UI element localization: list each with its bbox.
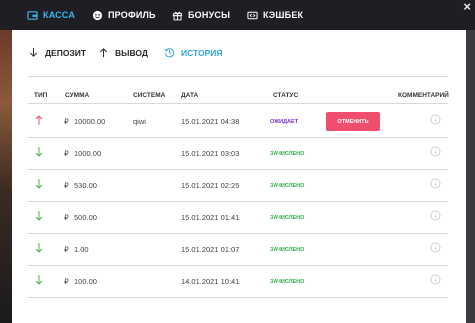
amount-value: 1000.00	[74, 149, 102, 158]
tab-label: КАССА	[43, 10, 76, 20]
gift-icon	[172, 11, 183, 20]
date-value: 15.01.2021 04:38	[181, 117, 240, 126]
wallet-icon	[27, 10, 38, 20]
info-icon[interactable]	[430, 210, 441, 221]
tab-label: ПРОФИЛЬ	[108, 10, 156, 20]
close-icon[interactable]: ×	[463, 0, 471, 14]
top-navigation: КАССА ПРОФИЛЬ БОНУСЫ КЭШБЕК ×	[0, 0, 475, 30]
column-header-status: СТАТУС	[273, 92, 299, 99]
cashier-panel: ДЕПОЗИТ ВЫВОД ИСТОРИЯ ТИП СУММА СИСТЕМА …	[12, 30, 466, 323]
table-row: ₽ 100.00 14.01.2021 10:41 ЗАЧИСЛЕНО	[28, 265, 448, 297]
currency-symbol: ₽	[64, 181, 69, 190]
subtab-label: ВЫВОД	[115, 47, 148, 58]
status-badge: ЗАЧИСЛЕНО	[270, 183, 305, 189]
subtab-deposit[interactable]: ДЕПОЗИТ	[28, 47, 86, 58]
currency-symbol: ₽	[64, 149, 69, 158]
table-row: ₽ 530.00 15.01.2021 02:25 ЗАЧИСЛЕНО	[28, 169, 448, 201]
column-header-amount: СУММА	[65, 92, 90, 99]
subtab-history[interactable]: ИСТОРИЯ	[164, 47, 223, 58]
arrow-down-icon	[29, 47, 38, 57]
tab-profile[interactable]: ПРОФИЛЬ	[92, 0, 156, 30]
background-artwork-left	[0, 30, 12, 323]
subtab-label: ДЕПОЗИТ	[45, 47, 87, 58]
divider	[28, 76, 448, 77]
tab-label: КЭШБЕК	[263, 10, 304, 20]
cashier-subtabs: ДЕПОЗИТ ВЫВОД ИСТОРИЯ	[12, 30, 466, 76]
amount-value: 100.00	[74, 277, 97, 286]
info-icon[interactable]	[430, 178, 441, 189]
column-header-comment: КОММЕНТАРИЙ	[398, 92, 449, 99]
currency-symbol: ₽	[64, 245, 69, 254]
divider	[28, 103, 448, 104]
history-icon	[164, 48, 175, 58]
table-row: ₽ 1000.00 15.01.2021 03:03 ЗАЧИСЛЕНО	[28, 137, 448, 169]
status-badge: ЗАЧИСЛЕНО	[270, 247, 305, 253]
cashback-icon	[247, 11, 258, 19]
background-right	[466, 30, 475, 323]
info-icon[interactable]	[430, 146, 441, 157]
deposit-arrow-icon	[35, 147, 43, 157]
cancel-button[interactable]: ОТМЕНИТЬ	[326, 112, 380, 131]
status-badge: ЗАЧИСЛЕНО	[270, 215, 305, 221]
deposit-arrow-icon	[35, 275, 43, 285]
status-badge: ОЖИДАЕТ	[270, 119, 299, 125]
date-value: 15.01.2021 01:07	[181, 245, 240, 254]
divider	[28, 297, 448, 298]
column-header-system: СИСТЕМА	[133, 92, 166, 99]
amount-value: 10000.00	[74, 117, 106, 126]
system-value: qiwi	[133, 117, 146, 126]
tab-bonuses[interactable]: БОНУСЫ	[172, 0, 230, 30]
subtab-label: ИСТОРИЯ	[181, 47, 223, 58]
deposit-arrow-icon	[35, 243, 43, 253]
date-value: 14.01.2021 10:41	[181, 277, 240, 286]
table-row: ₽ 500.00 15.01.2021 01:41 ЗАЧИСЛЕНО	[28, 201, 448, 233]
deposit-arrow-icon	[35, 179, 43, 189]
amount-value: 1.00	[74, 245, 89, 254]
column-header-type: ТИП	[34, 92, 48, 99]
currency-symbol: ₽	[64, 277, 69, 286]
table-row: ₽ 1.00 15.01.2021 01:07 ЗАЧИСЛЕНО	[28, 233, 448, 265]
withdraw-arrow-icon	[35, 115, 43, 125]
amount-value: 500.00	[74, 213, 97, 222]
date-value: 15.01.2021 01:41	[181, 213, 240, 222]
table-row: ₽ 10000.00 qiwi 15.01.2021 04:38 ОЖИДАЕТ…	[28, 105, 448, 137]
tab-kassa[interactable]: КАССА	[27, 0, 75, 30]
info-icon[interactable]	[430, 274, 441, 285]
profile-icon	[92, 10, 103, 20]
deposit-arrow-icon	[35, 211, 43, 221]
status-badge: ЗАЧИСЛЕНО	[270, 151, 305, 157]
subtab-withdraw[interactable]: ВЫВОД	[98, 47, 148, 58]
tab-label: БОНУСЫ	[188, 10, 231, 20]
date-value: 15.01.2021 02:25	[181, 181, 240, 190]
date-value: 15.01.2021 03:03	[181, 149, 240, 158]
amount-value: 530.00	[74, 181, 97, 190]
column-header-date: ДАТА	[181, 92, 199, 99]
info-icon[interactable]	[430, 242, 441, 253]
currency-symbol: ₽	[64, 117, 69, 126]
status-badge: ЗАЧИСЛЕНО	[270, 279, 305, 285]
arrow-up-icon	[99, 48, 108, 58]
info-icon[interactable]	[430, 114, 441, 125]
currency-symbol: ₽	[64, 213, 69, 222]
tab-cashback[interactable]: КЭШБЕК	[247, 0, 303, 30]
